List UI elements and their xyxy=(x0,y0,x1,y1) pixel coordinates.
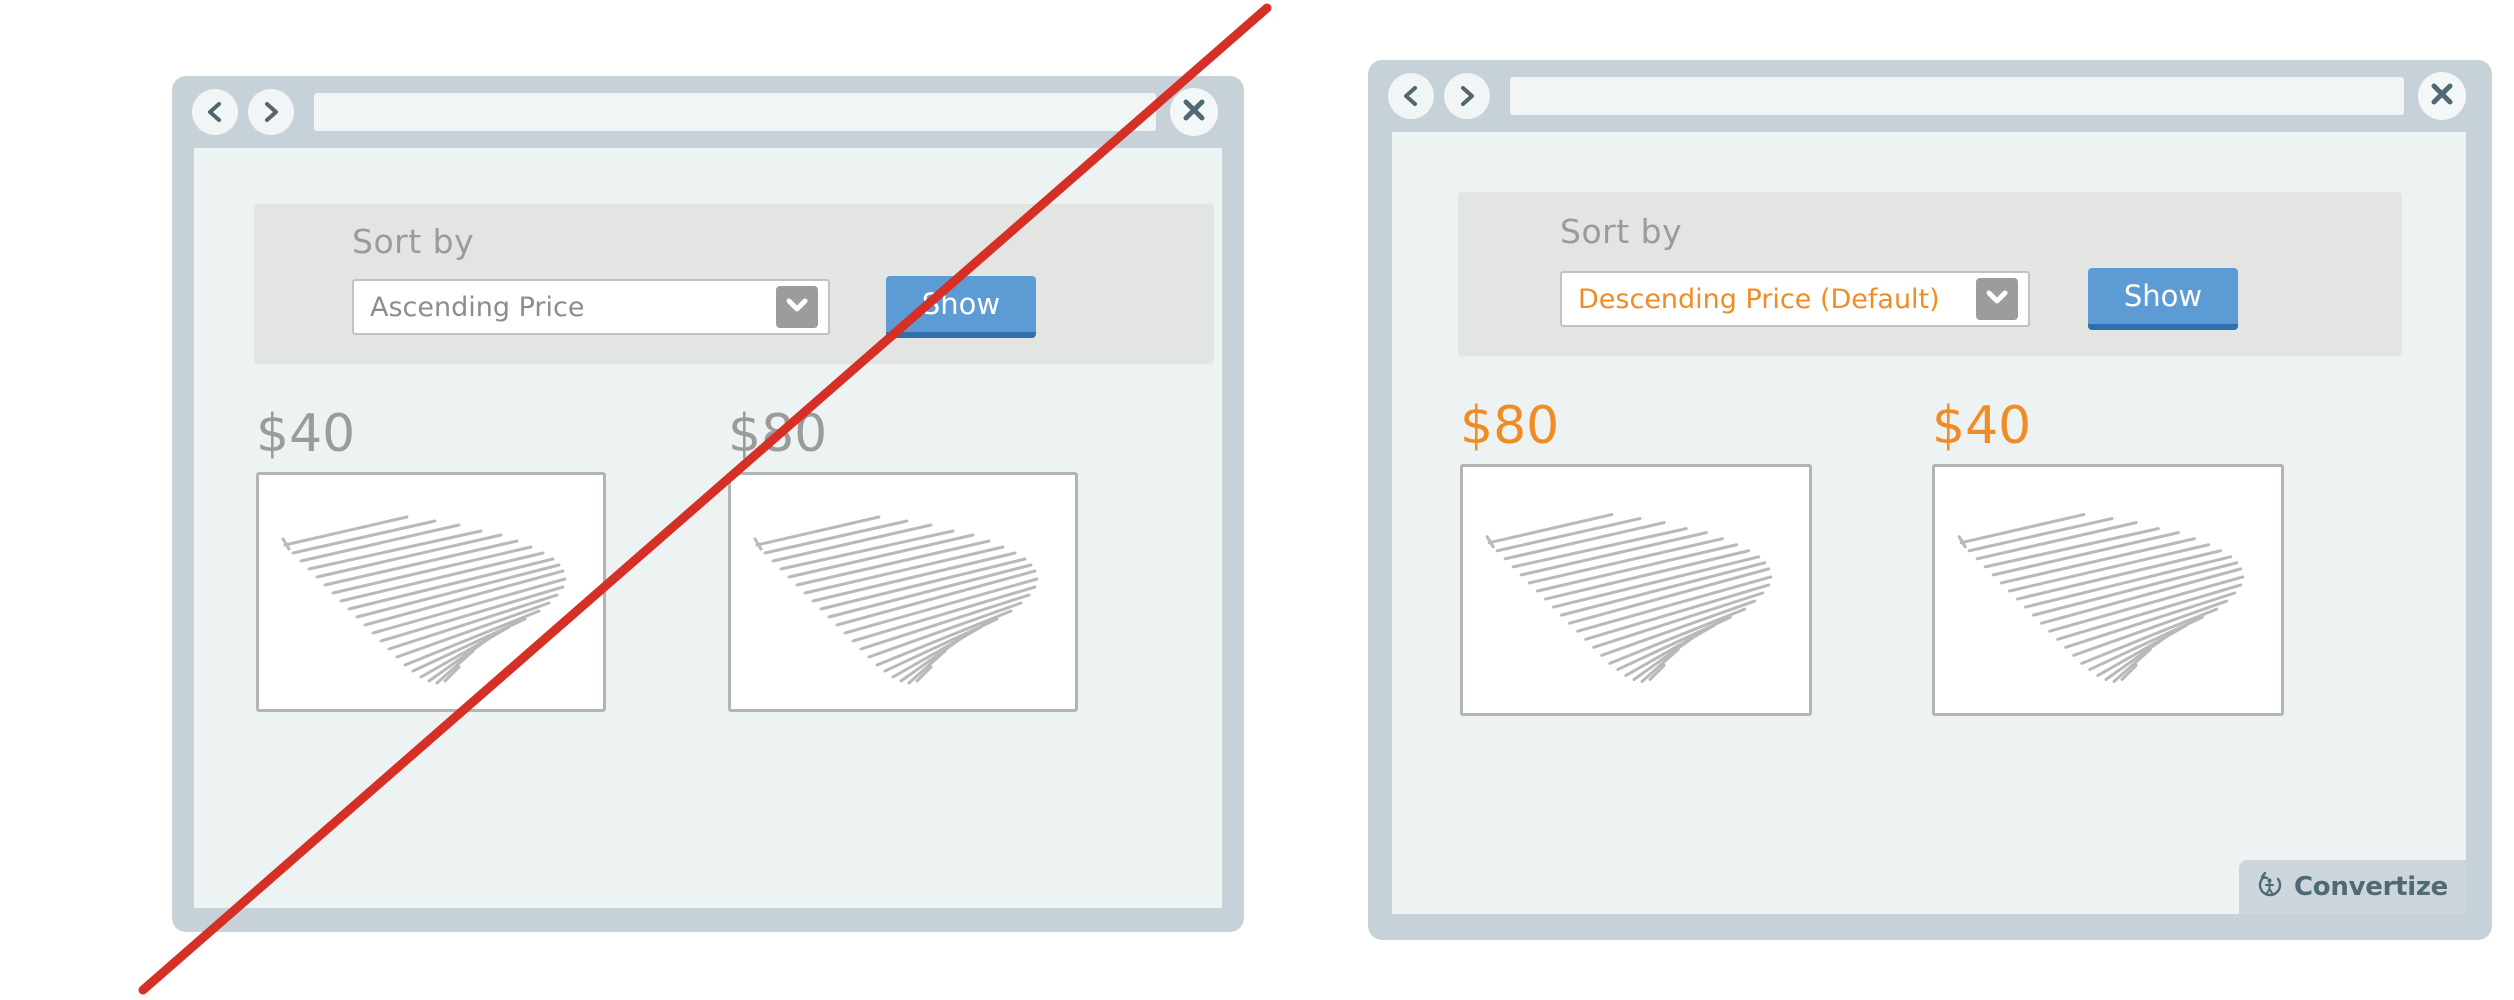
chevron-down-icon xyxy=(1985,288,2009,310)
back-button[interactable] xyxy=(1388,73,1434,119)
sort-by-label: Sort by xyxy=(352,222,475,261)
chevron-right-icon xyxy=(1457,85,1477,107)
product-card[interactable]: $80 xyxy=(1460,400,1812,716)
close-icon xyxy=(1181,97,1207,127)
sort-select[interactable]: Ascending Price xyxy=(352,279,830,335)
product-price: $40 xyxy=(1932,396,2032,456)
product-price: $80 xyxy=(1460,396,1560,456)
product-list-right: $80 $40 xyxy=(1460,400,2284,716)
back-button[interactable] xyxy=(192,89,238,135)
sort-select-value: Descending Price (Default) xyxy=(1578,283,1940,315)
address-bar[interactable] xyxy=(1510,77,2404,115)
sort-select-value: Ascending Price xyxy=(370,291,585,323)
sort-panel-right: Sort by Descending Price (Default) Show xyxy=(1458,192,2402,356)
chevron-left-icon xyxy=(1401,85,1421,107)
sort-select[interactable]: Descending Price (Default) xyxy=(1560,271,2030,327)
product-card[interactable]: $80 xyxy=(728,408,1080,712)
product-card[interactable]: $40 xyxy=(1932,400,2284,716)
product-price: $80 xyxy=(728,404,828,464)
address-bar[interactable] xyxy=(314,93,1156,131)
product-list-left: $40 $80 xyxy=(256,408,1080,712)
titlebar-right xyxy=(1368,60,2492,132)
chevron-down-icon xyxy=(785,296,809,318)
browser-window-right: Sort by Descending Price (Default) Show … xyxy=(1368,60,2492,940)
product-card[interactable]: $40 xyxy=(256,408,608,712)
chevron-right-icon xyxy=(261,101,281,123)
browser-window-left: Sort by Ascending Price Show $40 $80 xyxy=(172,76,1244,932)
forward-button[interactable] xyxy=(1444,73,1490,119)
close-icon xyxy=(2429,81,2455,111)
sort-panel-left: Sort by Ascending Price Show xyxy=(254,204,1214,364)
forward-button[interactable] xyxy=(248,89,294,135)
product-thumbnail[interactable] xyxy=(1932,464,2284,716)
window-content-left: Sort by Ascending Price Show $40 $80 xyxy=(194,148,1222,908)
convertize-wordmark: Convertize xyxy=(2294,872,2448,902)
sort-select-dropdown-button[interactable] xyxy=(1976,278,2018,320)
show-button[interactable]: Show xyxy=(2088,268,2238,330)
sort-controls-row: Ascending Price Show xyxy=(352,276,1036,338)
product-thumbnail[interactable] xyxy=(728,472,1078,712)
sort-controls-row: Descending Price (Default) Show xyxy=(1560,268,2238,330)
chevron-left-icon xyxy=(205,101,225,123)
close-button[interactable] xyxy=(2418,72,2466,120)
convertize-badge[interactable]: Convertize xyxy=(2239,860,2466,914)
titlebar-left xyxy=(172,76,1244,148)
show-button[interactable]: Show xyxy=(886,276,1036,338)
convertize-logo-icon xyxy=(2255,870,2285,904)
product-thumbnail[interactable] xyxy=(256,472,606,712)
product-price: $40 xyxy=(256,404,356,464)
sort-by-label: Sort by xyxy=(1560,212,1683,251)
screenshot-canvas: Sort by Ascending Price Show $40 $80 Sor… xyxy=(0,0,2514,1000)
sort-select-dropdown-button[interactable] xyxy=(776,286,818,328)
window-content-right: Sort by Descending Price (Default) Show … xyxy=(1392,132,2466,914)
close-button[interactable] xyxy=(1170,88,1218,136)
product-thumbnail[interactable] xyxy=(1460,464,1812,716)
